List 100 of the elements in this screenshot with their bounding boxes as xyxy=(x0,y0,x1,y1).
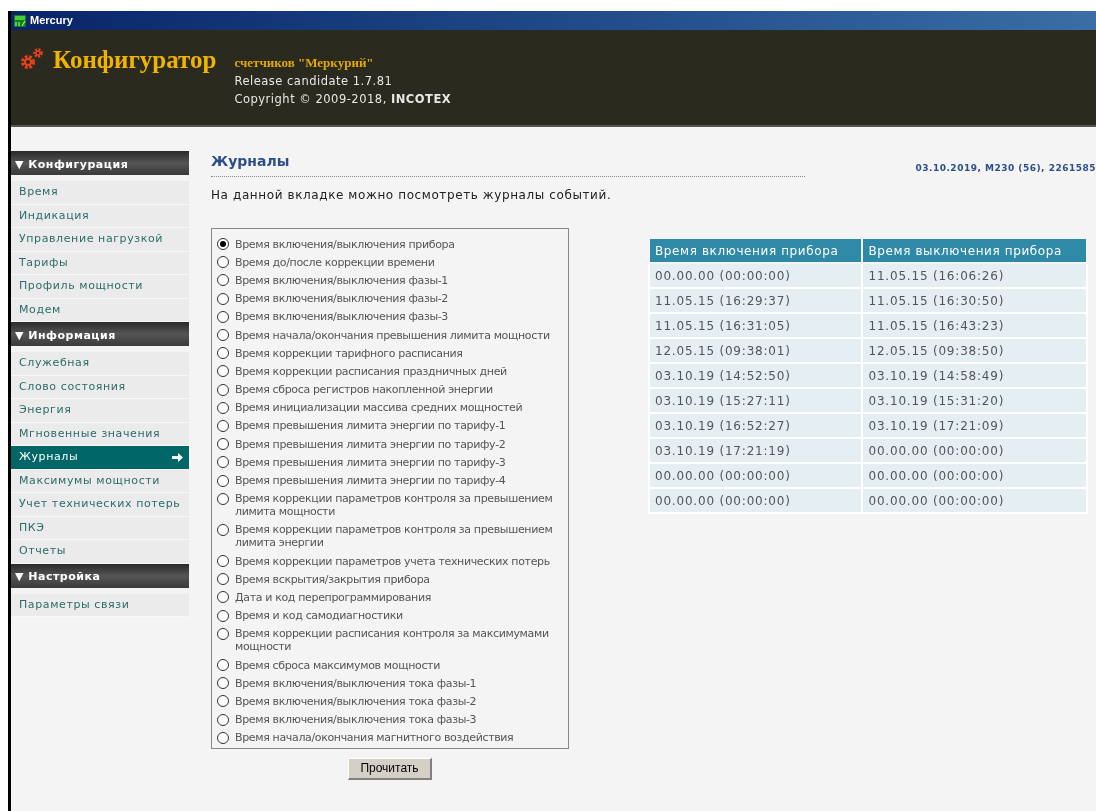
radio-label[interactable]: Время сброса максимумов мощности xyxy=(235,658,440,672)
table-cell: 03.10.19 (14:52:50) xyxy=(649,363,863,388)
radio-label[interactable]: Время превышения лимита энергии по тарифу-2 xyxy=(235,437,506,451)
radio-button[interactable] xyxy=(217,401,229,414)
radio-button[interactable] xyxy=(217,347,229,360)
page-title: Журналы xyxy=(211,151,806,177)
release-text: Release candidate 1.7.81 xyxy=(234,73,394,90)
radio-button[interactable] xyxy=(217,731,229,744)
sidebar-item[interactable]: Параметры связи xyxy=(11,593,189,617)
sidebar-item[interactable]: Энергия xyxy=(11,399,189,423)
radio-label[interactable]: Время превышения лимита энергии по тарифу-3 xyxy=(235,455,506,469)
section-header[interactable]: ▼ Настройка xyxy=(11,563,189,588)
table-cell: 03.10.19 (17:21:09) xyxy=(862,413,1087,438)
table-cell: 12.05.15 (09:38:01) xyxy=(649,338,863,363)
radio-label[interactable]: Время вскрытия/закрытия прибора xyxy=(235,572,430,586)
radio-label[interactable]: Время включения/выключения фазы-3 xyxy=(235,310,448,324)
column-header: Время включения прибора xyxy=(649,238,863,263)
radio-label[interactable]: Время начала/окончания магнитного воздействия xyxy=(235,731,514,745)
table-cell: 03.10.19 (15:31:20) xyxy=(862,388,1087,413)
table-cell: 03.10.19 (17:21:19) xyxy=(649,438,863,463)
radio-label[interactable]: Время сброса регистров накопленной энергии xyxy=(235,383,493,397)
radio-label[interactable]: Время начала/окончания превышения лимита мощности xyxy=(235,328,550,342)
radio-label[interactable]: Время до/после коррекции времени xyxy=(235,255,435,269)
radio-button[interactable] xyxy=(217,695,229,708)
radio-button[interactable] xyxy=(217,523,229,536)
section-header[interactable]: ▼ Конфигурация xyxy=(11,151,189,175)
radio-label[interactable]: Время и код самодиагностики xyxy=(235,609,403,623)
radio-button[interactable] xyxy=(217,329,229,342)
sidebar-item[interactable]: ПКЭ xyxy=(11,516,189,540)
radio-label[interactable]: Время включения/выключения тока фазы-1 xyxy=(235,676,477,690)
radio-button[interactable] xyxy=(217,292,229,305)
table-cell: 11.05.15 (16:43:23) xyxy=(862,313,1087,338)
radio-button[interactable] xyxy=(217,492,229,505)
radio-label[interactable]: Время коррекции расписания контроля за максимумами мощности xyxy=(235,627,563,654)
radio-label[interactable]: Время включения/выключения тока фазы-3 xyxy=(235,713,477,727)
radio-label[interactable]: Время включения/выключения прибора xyxy=(235,237,455,251)
radio-button[interactable] xyxy=(217,365,229,378)
table-cell: 11.05.15 (16:29:37) xyxy=(649,288,863,313)
radio-button[interactable] xyxy=(217,419,229,432)
sidebar-item[interactable]: Максимумы мощности xyxy=(11,469,189,493)
app-subtitle: счетчиков "Меркурий" xyxy=(234,54,375,72)
sidebar-item[interactable]: Индикация xyxy=(11,204,189,228)
read-button[interactable]: Прочитать xyxy=(348,757,432,780)
section-header[interactable]: ▼ Информация xyxy=(11,322,189,346)
radio-label[interactable]: Время включения/выключения тока фазы-2 xyxy=(235,694,477,708)
table-cell: 11.05.15 (16:31:05) xyxy=(649,313,863,338)
radio-button[interactable] xyxy=(217,456,229,469)
radio-label[interactable]: Время включения/выключения фазы-2 xyxy=(235,292,448,306)
radio-button[interactable] xyxy=(217,659,229,672)
table-cell: 00.00.00 (00:00:00) xyxy=(649,463,863,488)
device-info: 03.10.2019, M230 (56), 2261585 xyxy=(915,161,1096,175)
sidebar-item[interactable]: Время xyxy=(11,181,189,205)
sidebar-item[interactable]: Тарифы xyxy=(11,251,189,275)
sidebar-item[interactable]: Учет технических потерь xyxy=(11,493,189,517)
radio-label[interactable]: Время коррекции параметров контроля за превышением лимита мощности xyxy=(235,492,563,519)
app-icon xyxy=(14,14,26,27)
sidebar-item[interactable]: Управление нагрузкой xyxy=(11,228,189,252)
radio-label[interactable]: Время коррекции параметров учета технических потерь xyxy=(235,554,550,568)
table-cell: 03.10.19 (16:52:27) xyxy=(649,413,863,438)
table-cell: 03.10.19 (15:27:11) xyxy=(649,388,863,413)
radio-label[interactable]: Время коррекции параметров контроля за превышением лимита энергии xyxy=(235,523,563,550)
radio-button[interactable] xyxy=(217,573,229,586)
table-cell: 11.05.15 (16:30:50) xyxy=(862,288,1087,313)
radio-button[interactable] xyxy=(217,274,229,287)
radio-button[interactable] xyxy=(217,591,229,604)
page-description: На данной вкладке можно посмотреть журналы событий. xyxy=(211,187,613,204)
radio-button[interactable] xyxy=(217,713,229,726)
table-cell: 00.00.00 (00:00:00) xyxy=(862,488,1087,513)
radio-label[interactable]: Время превышения лимита энергии по тарифу-1 xyxy=(235,419,506,433)
table-cell: 12.05.15 (09:38:50) xyxy=(862,338,1087,363)
radio-button[interactable] xyxy=(217,474,229,487)
radio-button[interactable] xyxy=(217,238,229,251)
copyright-text: Copyright © 2009-2018, INCOTEX xyxy=(234,91,452,108)
sidebar-item[interactable]: Журналы xyxy=(11,446,189,470)
table-cell: 00.00.00 (00:00:00) xyxy=(862,438,1087,463)
radio-button[interactable] xyxy=(217,383,229,396)
radio-button[interactable] xyxy=(217,677,229,690)
sidebar-item[interactable]: Мгновенные значения xyxy=(11,422,189,446)
radio-button[interactable] xyxy=(217,609,229,622)
sidebar-item[interactable]: Слово состояния xyxy=(11,375,189,399)
radio-button[interactable] xyxy=(217,555,229,568)
sidebar-item[interactable]: Служебная xyxy=(11,352,189,376)
radio-label[interactable]: Дата и код перепрограммирования xyxy=(235,590,431,604)
radio-button[interactable] xyxy=(217,627,229,640)
sidebar-item[interactable]: Модем xyxy=(11,298,189,322)
radio-label[interactable]: Время включения/выключения фазы-1 xyxy=(235,273,448,287)
sidebar-item[interactable]: Профиль мощности xyxy=(11,275,189,299)
radio-label[interactable]: Время коррекции тарифного расписания xyxy=(235,346,463,360)
radio-button[interactable] xyxy=(217,310,229,323)
arrow-right-icon xyxy=(172,452,183,462)
app-title: Конфигуратор xyxy=(53,45,217,75)
radio-label[interactable]: Время коррекции расписания праздничных дней xyxy=(235,364,507,378)
radio-button[interactable] xyxy=(217,438,229,451)
table-cell: 03.10.19 (14:58:49) xyxy=(862,363,1087,388)
radio-button[interactable] xyxy=(217,256,229,269)
radio-label[interactable]: Время превышения лимита энергии по тарифу-4 xyxy=(235,474,506,488)
table-cell: 00.00.00 (00:00:00) xyxy=(862,463,1087,488)
radio-label[interactable]: Время инициализации массива средних мощностей xyxy=(235,401,523,415)
sidebar-item[interactable]: Отчеты xyxy=(11,540,189,564)
table-cell: 00.00.00 (00:00:00) xyxy=(649,488,863,513)
